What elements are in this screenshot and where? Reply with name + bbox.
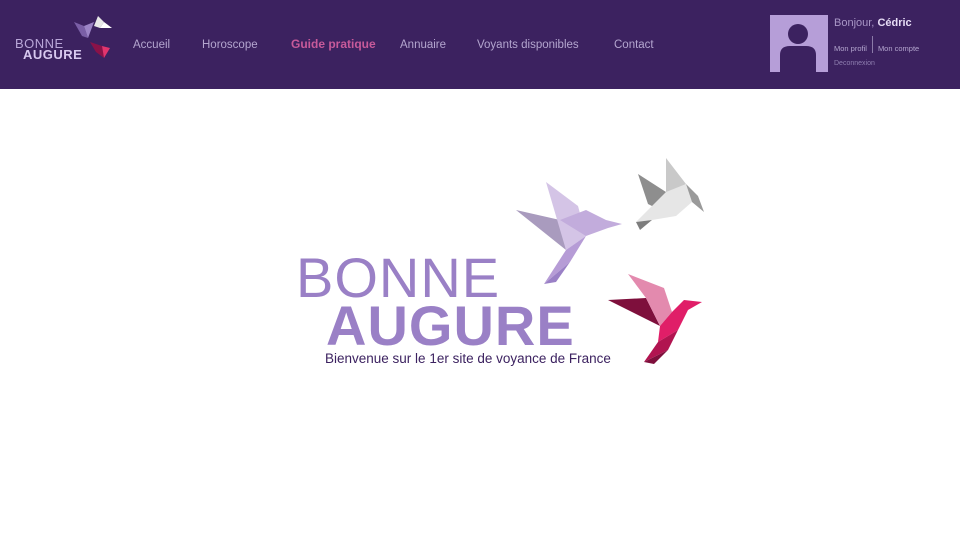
greeting-text: Bonjour, [834,17,875,29]
brand-line-2: AUGURE [23,47,83,62]
lilac-dove-icon [516,182,622,284]
user-links: Mon profil Mon compte [834,36,919,56]
pink-dove-icon [608,274,702,364]
logout-link[interactable]: Deconnexion [834,60,875,67]
profile-link[interactable]: Mon profil [834,44,867,53]
avatar[interactable] [770,15,828,72]
top-navigation-bar: BONNE AUGURE Accueil Horoscope Guide pra… [0,0,960,89]
user-silhouette-icon [780,24,816,72]
nav-item-guide-pratique[interactable]: Guide pratique [291,36,376,52]
nav-item-horoscope[interactable]: Horoscope [202,37,258,53]
brand-logo[interactable]: BONNE AUGURE [14,14,114,66]
user-greeting: Bonjour, Cédric [834,16,912,30]
account-link[interactable]: Mon compte [878,44,919,53]
link-divider [871,36,873,54]
nav-item-accueil[interactable]: Accueil [133,37,170,53]
nav-item-annuaire[interactable]: Annuaire [400,37,446,53]
user-name: Cédric [877,17,912,29]
hero-tagline: Bienvenue sur le 1er site de voyance de … [325,351,611,366]
white-dove-icon [636,158,704,230]
hero-title-line-2: AUGURE [326,294,575,357]
nav-item-voyants-disponibles[interactable]: Voyants disponibles [477,37,579,53]
hero-logo: BONNE AUGURE Bienvenue sur le 1er site d… [290,150,730,380]
nav-item-contact[interactable]: Contact [614,37,654,53]
